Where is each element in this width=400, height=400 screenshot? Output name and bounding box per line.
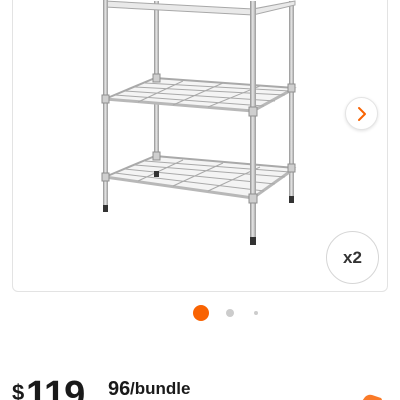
price: $ 119 96 /bundle bbox=[12, 374, 392, 400]
product-page: x2 $ 119 96 /bundle bbox=[0, 0, 400, 400]
price-whole: 119 bbox=[26, 374, 85, 400]
price-unit: /bundle bbox=[130, 379, 191, 398]
quantity-badge: x2 bbox=[326, 231, 379, 284]
price-currency: $ bbox=[12, 380, 25, 400]
brand-accent-icon bbox=[362, 394, 382, 400]
carousel-dot-1[interactable] bbox=[193, 305, 209, 321]
carousel-next-button[interactable] bbox=[345, 97, 378, 130]
carousel-pagination bbox=[0, 304, 400, 322]
chevron-right-icon bbox=[357, 106, 366, 121]
carousel-dot-2[interactable] bbox=[226, 309, 234, 317]
carousel-dot-3[interactable] bbox=[254, 311, 258, 315]
price-cents: 96 bbox=[108, 378, 131, 400]
